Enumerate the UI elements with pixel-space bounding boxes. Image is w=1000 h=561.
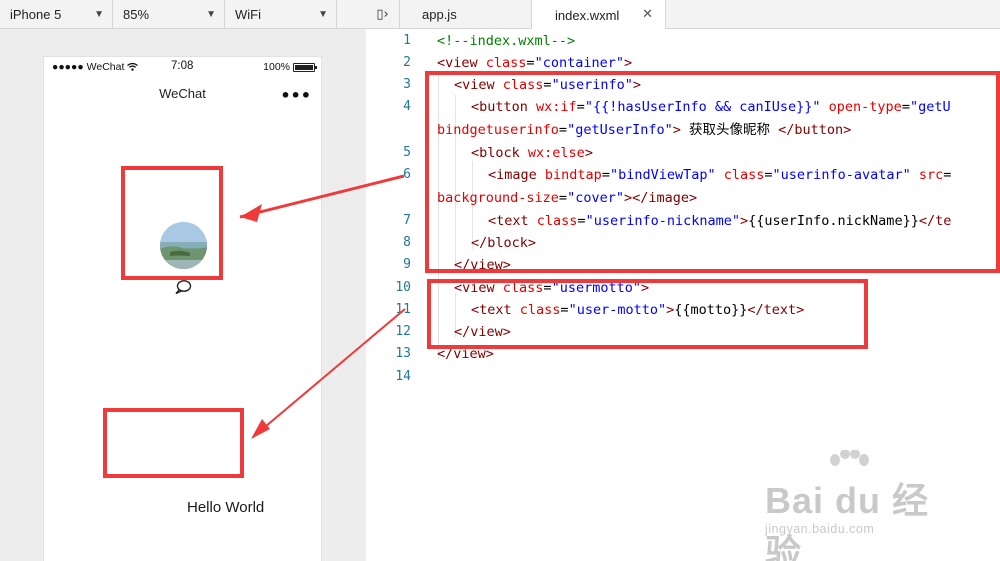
arrow-to-motto — [252, 308, 406, 438]
arrowhead-icon — [240, 204, 262, 222]
arrowhead-icon — [251, 419, 270, 439]
watermark-brand: Bai du 经验 — [765, 480, 930, 561]
arrow-to-avatar — [239, 174, 405, 219]
watermark-site: jingyan.baidu.com — [765, 522, 875, 536]
baidu-jingyan-watermark: Bai du 经验 jingyan.baidu.com — [765, 450, 965, 561]
